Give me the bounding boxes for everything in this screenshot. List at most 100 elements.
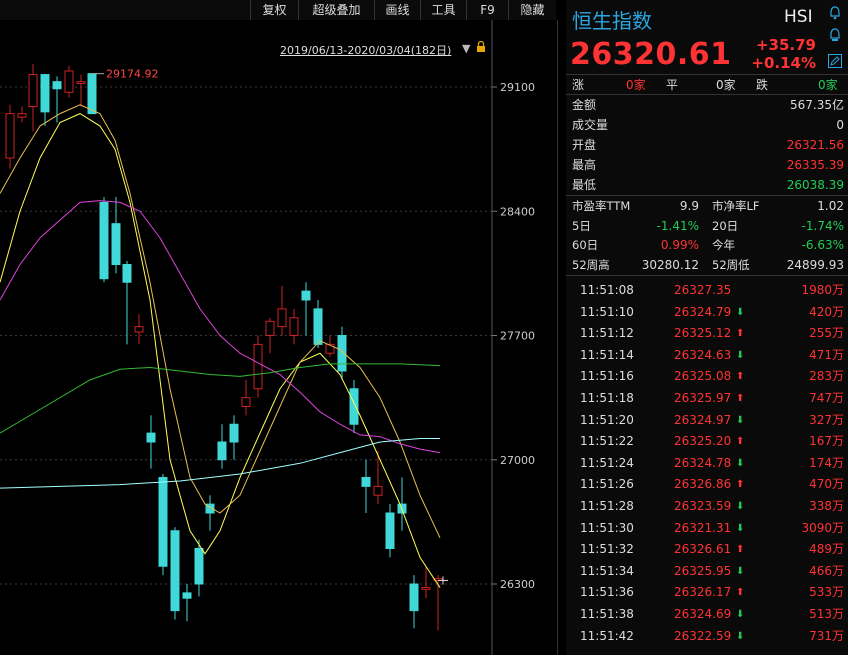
- tick-volume: 338万: [809, 499, 844, 513]
- tick-price: 26326.61: [674, 542, 732, 557]
- date-range-label[interactable]: 2019/06/13-2020/03/04(182日): [280, 42, 451, 58]
- tick-time: 11:51:22: [580, 434, 634, 449]
- arrow-up-icon: ⬆: [736, 393, 745, 404]
- stat-label: 金额: [572, 98, 597, 112]
- edit-icon[interactable]: [828, 54, 842, 71]
- stat-label: 成交量: [572, 118, 609, 132]
- tick-price: 26324.97: [674, 412, 732, 427]
- lock-icon[interactable]: [476, 40, 486, 52]
- tick-price: 26324.63: [674, 347, 732, 362]
- arrow-up-icon: ⬆: [736, 479, 745, 491]
- price-change: +35.79: [755, 36, 816, 54]
- tick-volume: 327万: [809, 412, 844, 427]
- flat-count: 0家: [716, 78, 736, 92]
- tick-price: 26321.31: [674, 520, 732, 535]
- arrow-up-icon: ⬆: [736, 436, 745, 448]
- current-price: 26320.61: [570, 37, 732, 72]
- tick-volume: 466万: [809, 563, 844, 578]
- toolbar-draw-button[interactable]: 画线: [374, 0, 420, 20]
- stat-value: 567.35亿: [790, 98, 844, 112]
- toolbar-hide-button[interactable]: 隐藏: [508, 0, 556, 20]
- bell-icon[interactable]: [828, 6, 842, 23]
- arrow-down-icon: ⬇: [736, 349, 745, 361]
- up-label: 涨: [572, 78, 585, 92]
- y-tick-label: 27700: [500, 330, 535, 343]
- tick-time: 11:51:16: [580, 369, 634, 384]
- y-tick-label: 26300: [500, 578, 535, 591]
- breadth-row: 涨 0家 平 0家 跌 0家: [566, 75, 848, 95]
- arrow-down-icon: ⬇: [736, 565, 745, 577]
- price-change-pct: +0.14%: [751, 54, 816, 72]
- y-tick-label: 27000: [500, 454, 535, 467]
- range-dropdown-icon[interactable]: ▼: [462, 42, 470, 55]
- stat-label: 最高: [572, 158, 597, 172]
- ratio-value: -1.74%: [801, 218, 844, 233]
- candle-body: [5, 113, 15, 159]
- toolbar-f9-button[interactable]: F9: [466, 0, 508, 20]
- ma5-line: [0, 113, 441, 588]
- tick-volume: 533万: [809, 585, 844, 600]
- candle-body: [170, 530, 180, 612]
- candle-body: [289, 317, 299, 336]
- tick-volume: 747万: [809, 391, 844, 405]
- tick-volume: 489万: [809, 542, 844, 557]
- tick-price: 26324.79: [674, 304, 732, 319]
- tick-price: 26324.69: [674, 607, 732, 621]
- tick-row: 11:51:42 26322.59 ⬇ 731万: [566, 626, 848, 647]
- y-tick-label: 28400: [500, 205, 535, 218]
- tick-time: 11:51:36: [580, 585, 634, 600]
- ratio-value: 30280.12: [641, 257, 699, 272]
- toolbar-fuquan-button[interactable]: 复权: [250, 0, 298, 20]
- ratio-row: 52周高 30280.12 52周低 24899.93: [566, 255, 848, 275]
- tick-time: 11:51:34: [580, 563, 634, 578]
- tick-price: 26325.08: [674, 369, 732, 384]
- tick-row: 11:51:36 26326.17 ⬆ 533万: [566, 582, 848, 603]
- tick-time: 11:51:10: [580, 304, 634, 319]
- toolbar-overlay-button[interactable]: 超级叠加: [298, 0, 374, 20]
- kline-chart-svg: 29100 28400 27700 27000 26300 29174.92: [0, 20, 535, 655]
- tick-price: 26325.97: [674, 391, 732, 405]
- candle-body: [64, 70, 74, 93]
- candle-body: [409, 583, 419, 612]
- tick-time: 11:51:38: [580, 607, 634, 621]
- tick-row: 11:51:18 26325.97 ⬆ 747万: [566, 388, 848, 409]
- arrow-up-icon: ⬆: [736, 544, 745, 556]
- candle-body: [28, 74, 38, 108]
- tick-volume: 470万: [809, 477, 844, 492]
- arrow-down-icon: ⬇: [736, 522, 745, 534]
- candle-body: [52, 81, 62, 90]
- ma20-line: [0, 200, 441, 454]
- ratio-value: -6.63%: [801, 238, 844, 252]
- kline-chart[interactable]: 29100 28400 27700 27000 26300 29174.92 2019/0…: [0, 20, 558, 655]
- candle-body: [349, 388, 359, 425]
- stat-row: 最高 26335.39: [566, 155, 848, 175]
- tick-time: 11:51:26: [580, 477, 634, 492]
- candle-body: [277, 308, 287, 328]
- tick-row: 11:51:26 26326.86 ⬆ 470万: [566, 474, 848, 495]
- alert-icon[interactable]: [828, 28, 842, 45]
- candle-body: [337, 335, 347, 372]
- tick-time: 11:51:30: [580, 520, 634, 535]
- index-name: 恒生指数: [572, 9, 652, 33]
- candle-body: [40, 74, 50, 113]
- tick-price: 26326.86: [674, 477, 732, 492]
- tick-time: 11:51:28: [580, 499, 634, 513]
- tick-price: 26326.17: [674, 585, 732, 600]
- ma60-line: [0, 363, 441, 434]
- toolbar-tools-button[interactable]: 工具: [420, 0, 466, 20]
- candle-body: [182, 592, 192, 599]
- tick-price: 26325.95: [674, 563, 732, 578]
- ratio-row: 60日 0.99% 今年 -6.63%: [566, 235, 848, 255]
- stat-value: 0: [836, 118, 844, 132]
- candle-body: [146, 432, 156, 443]
- ratio-row: 5日 -1.41% 20日 -1.74%: [566, 216, 848, 236]
- tick-price: 26325.20: [674, 434, 732, 449]
- up-count: 0家: [626, 78, 646, 92]
- peak-label: 29174.92: [106, 68, 159, 81]
- down-label: 跌: [756, 78, 769, 92]
- chart-toolbar: 复权 超级叠加 画线 工具 F9 隐藏: [0, 0, 556, 21]
- tick-time: 11:51:18: [580, 391, 634, 405]
- tick-volume: 513万: [809, 607, 844, 621]
- arrow-up-icon: ⬆: [736, 328, 745, 340]
- arrow-down-icon: ⬇: [736, 414, 745, 426]
